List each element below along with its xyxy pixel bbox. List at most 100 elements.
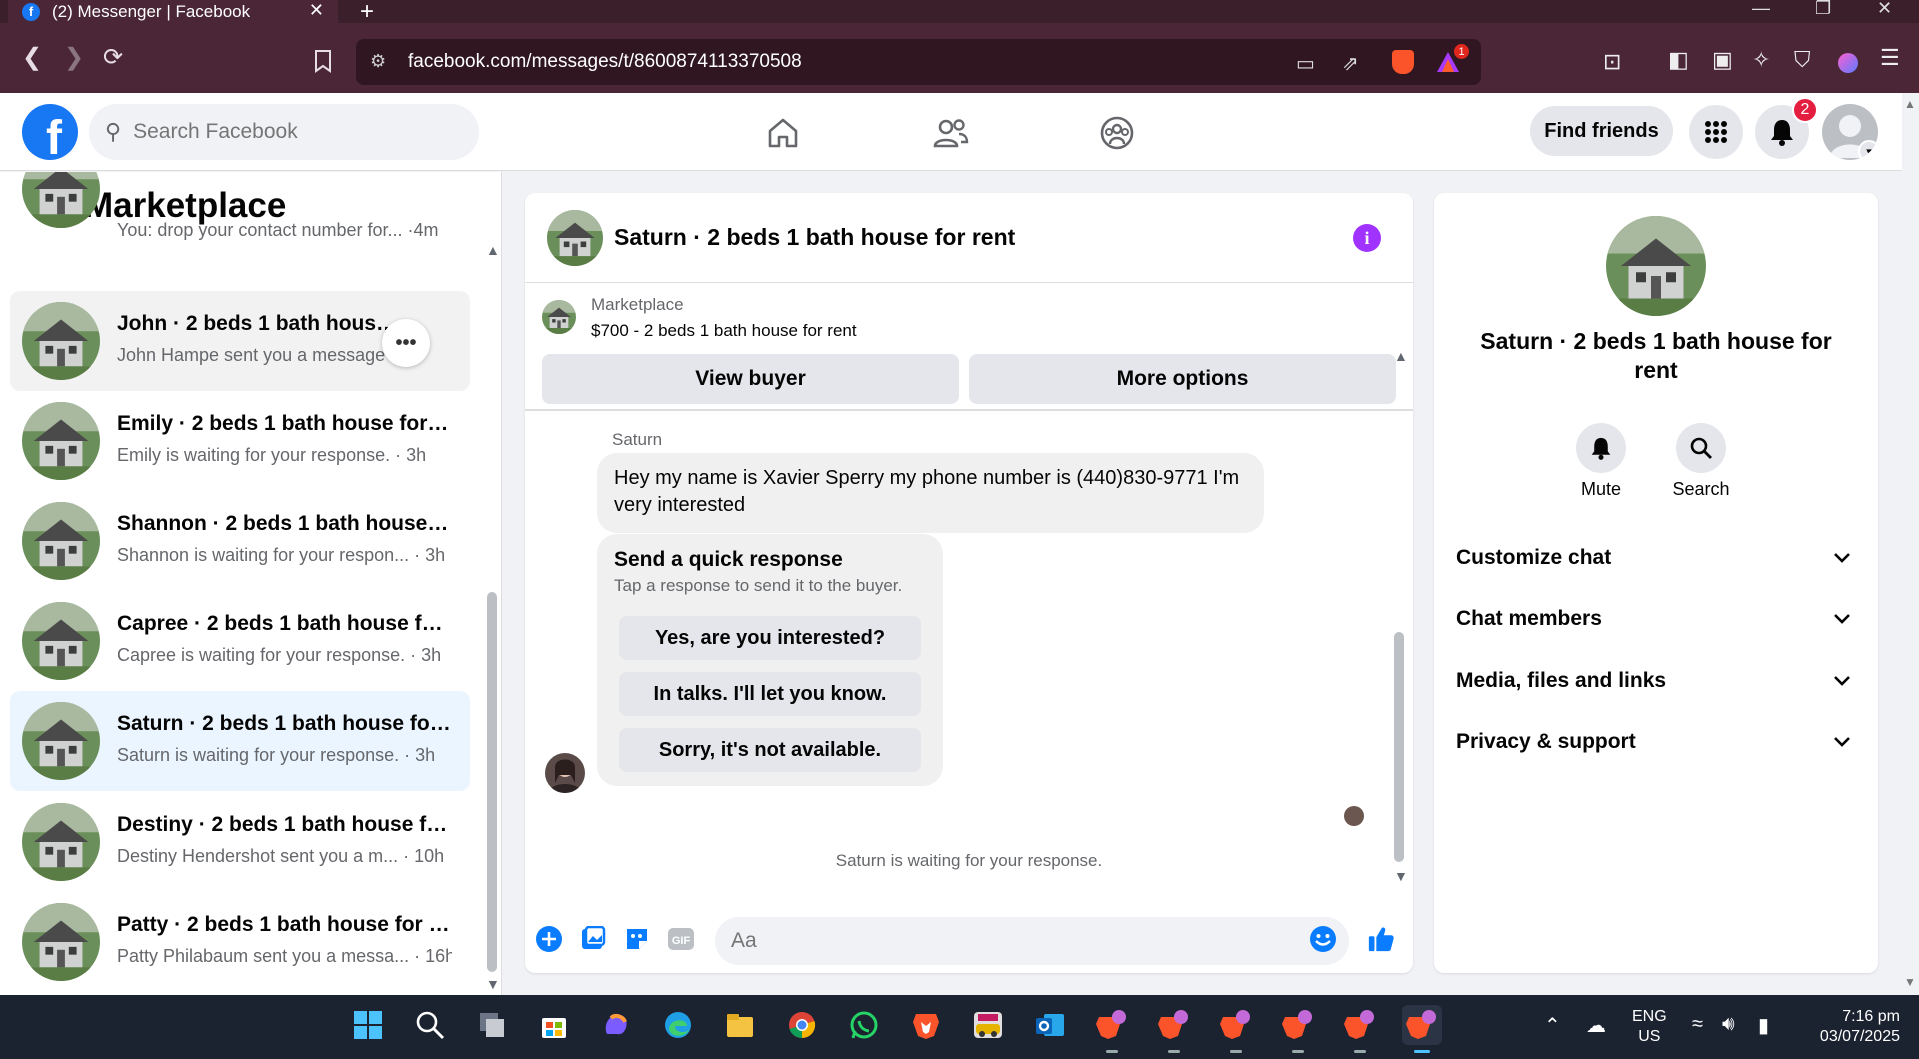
file-explorer-icon[interactable] <box>720 1005 760 1045</box>
listing-thumbnail <box>22 903 100 981</box>
brave-icon[interactable] <box>906 1005 946 1045</box>
clock-date: 03/07/2025 <box>1819 1028 1900 1045</box>
onedrive-icon[interactable]: ☁ <box>1586 1013 1606 1038</box>
emoji-icon[interactable] <box>1309 925 1337 953</box>
conversation-item[interactable]: John · 2 beds 1 bath house for rent John… <box>10 291 470 391</box>
task-view-icon[interactable] <box>472 1005 512 1045</box>
quick-response-button[interactable]: Yes, are you interested? <box>619 616 921 660</box>
menu-grid-button[interactable] <box>1689 105 1743 159</box>
whatsapp-icon[interactable] <box>844 1005 884 1045</box>
vpn-icon[interactable]: ⛉ <box>1794 47 1811 73</box>
window-close-icon[interactable]: ✕ <box>1877 0 1892 19</box>
leo-ai-icon[interactable]: ✧ <box>1752 47 1770 73</box>
minimize-icon[interactable]: — <box>1752 0 1770 19</box>
chat-details-thumbnail[interactable] <box>1606 216 1706 316</box>
reader-mode-icon[interactable]: ⊡ <box>1603 49 1621 75</box>
brave-window-icon[interactable] <box>1340 1005 1380 1053</box>
edge-icon[interactable] <box>658 1005 698 1045</box>
gif-icon[interactable]: GIF <box>667 925 695 953</box>
start-icon[interactable] <box>348 1005 388 1045</box>
outlook-icon[interactable] <box>1030 1005 1070 1045</box>
bookmark-icon[interactable] <box>313 49 333 73</box>
search-input[interactable] <box>133 120 434 144</box>
chat-scroll-up-arrow-icon[interactable]: ▲ <box>1394 348 1408 364</box>
clock[interactable]: 7:16 pm 03/07/2025 <box>1800 1007 1900 1047</box>
volume-icon[interactable]: 🔊︎ <box>1722 1013 1735 1036</box>
copilot-icon[interactable] <box>596 1005 636 1045</box>
view-buyer-button[interactable]: View buyer <box>542 354 959 404</box>
chat-scrollbar[interactable] <box>1394 632 1404 862</box>
mute-button[interactable]: Mute <box>1561 423 1641 500</box>
chevron-up-icon[interactable]: ⌃ <box>1544 1013 1561 1038</box>
message-bubble[interactable]: Hey my name is Xavier Sperry my phone nu… <box>597 453 1264 533</box>
page-scroll-up-arrow-icon[interactable]: ▲ <box>1904 97 1916 111</box>
address-bar[interactable]: ⚙ facebook.com/messages/t/86008741133705… <box>356 39 1481 85</box>
brave-window-icon[interactable] <box>1154 1005 1194 1053</box>
sticker-icon[interactable] <box>623 925 651 953</box>
like-icon[interactable] <box>1367 925 1395 953</box>
conversation-item[interactable]: Shannon · 2 beds 1 bath house f... Shann… <box>10 491 470 591</box>
find-friends-button[interactable]: Find friends <box>1530 106 1673 156</box>
wifi-icon[interactable]: ≈ <box>1692 1013 1703 1036</box>
conversation-item-active[interactable]: Saturn · 2 beds 1 bath house for ... Sat… <box>10 691 470 791</box>
wallet-icon[interactable]: ▣ <box>1712 47 1733 73</box>
menu-icon[interactable]: ☰ <box>1880 45 1900 71</box>
privacy-support-row[interactable]: Privacy & support <box>1456 722 1856 762</box>
conversation-item[interactable]: Patty · 2 beds 1 bath house for r... Pat… <box>10 892 470 992</box>
brave-window-icon[interactable] <box>1092 1005 1132 1053</box>
brave-window-icon[interactable] <box>1216 1005 1256 1053</box>
tab-close-icon[interactable]: ✕ <box>309 0 324 21</box>
microsoft-store-icon[interactable] <box>534 1005 574 1045</box>
conversation-item[interactable]: You: drop your contact number for... ·4m <box>10 172 470 260</box>
quick-response-button[interactable]: In talks. I'll let you know. <box>619 672 921 716</box>
media-files-links-row[interactable]: Media, files and links <box>1456 661 1856 701</box>
chrome-icon[interactable] <box>782 1005 822 1045</box>
language-indicator[interactable]: ENG US <box>1632 1007 1667 1047</box>
browser-tab[interactable]: f (2) Messenger | Facebook ✕ <box>8 0 338 23</box>
info-icon[interactable]: i <box>1353 224 1381 252</box>
account-avatar[interactable]: ▾ <box>1822 104 1878 160</box>
forward-icon[interactable]: ❯ <box>64 46 84 70</box>
reload-icon[interactable]: ⟳ <box>103 46 123 70</box>
listing-title[interactable]: $700 - 2 beds 1 bath house for rent <box>591 321 857 341</box>
brave-window-icon[interactable] <box>1278 1005 1318 1053</box>
conversation-options-button[interactable]: ••• <box>382 319 430 367</box>
restore-icon[interactable]: ❐ <box>1815 0 1831 19</box>
groups-icon[interactable] <box>1097 113 1137 153</box>
cast-icon[interactable]: ▭ <box>1296 51 1315 76</box>
facebook-logo[interactable]: f <box>22 104 78 160</box>
scroll-up-arrow-icon[interactable]: ▲ <box>486 242 500 258</box>
sidebar-toggle-icon[interactable]: ◧ <box>1668 47 1689 73</box>
search-icon[interactable] <box>410 1005 450 1045</box>
chat-thumbnail[interactable] <box>547 210 603 266</box>
more-options-button[interactable]: More options <box>969 354 1396 404</box>
battery-icon[interactable]: ▮ <box>1758 1013 1769 1038</box>
back-icon[interactable]: ❮ <box>22 46 42 70</box>
customize-chat-row[interactable]: Customize chat <box>1456 538 1856 578</box>
brave-window-icon-active[interactable] <box>1402 1005 1442 1053</box>
game-app-icon[interactable] <box>968 1005 1008 1045</box>
profile-icon[interactable] <box>1838 53 1858 73</box>
scroll-down-arrow-icon[interactable]: ▼ <box>486 976 500 992</box>
conversation-item[interactable]: Emily · 2 beds 1 bath house for r... Emi… <box>10 391 470 491</box>
quick-response-button[interactable]: Sorry, it's not available. <box>619 728 921 772</box>
friends-icon[interactable] <box>931 113 971 153</box>
chat-members-row[interactable]: Chat members <box>1456 599 1856 639</box>
sidebar-scrollbar[interactable] <box>487 592 497 972</box>
plus-icon[interactable] <box>535 925 563 953</box>
search-box[interactable]: ⚲ <box>89 104 479 160</box>
message-input[interactable] <box>715 917 1349 965</box>
listing-thumbnail <box>22 172 100 228</box>
search-chat-button[interactable]: Search <box>1661 423 1741 500</box>
conversation-item[interactable]: Capree · 2 beds 1 bath house for... Capr… <box>10 591 470 691</box>
chat-scroll-down-arrow-icon[interactable]: ▼ <box>1394 868 1408 884</box>
share-icon[interactable]: ⇗ <box>1342 51 1359 76</box>
site-settings-icon[interactable]: ⚙ <box>370 51 386 72</box>
buyer-avatar[interactable] <box>545 753 585 793</box>
conversation-item[interactable]: Destiny · 2 beds 1 bath house fo... Dest… <box>10 792 470 892</box>
home-icon[interactable] <box>763 113 803 153</box>
chat-title[interactable]: Saturn · 2 beds 1 bath house for rent <box>614 224 1015 251</box>
photo-icon[interactable] <box>579 925 607 953</box>
page-scroll-down-arrow-icon[interactable]: ▼ <box>1904 975 1916 989</box>
brave-shields-icon[interactable] <box>1392 50 1414 74</box>
